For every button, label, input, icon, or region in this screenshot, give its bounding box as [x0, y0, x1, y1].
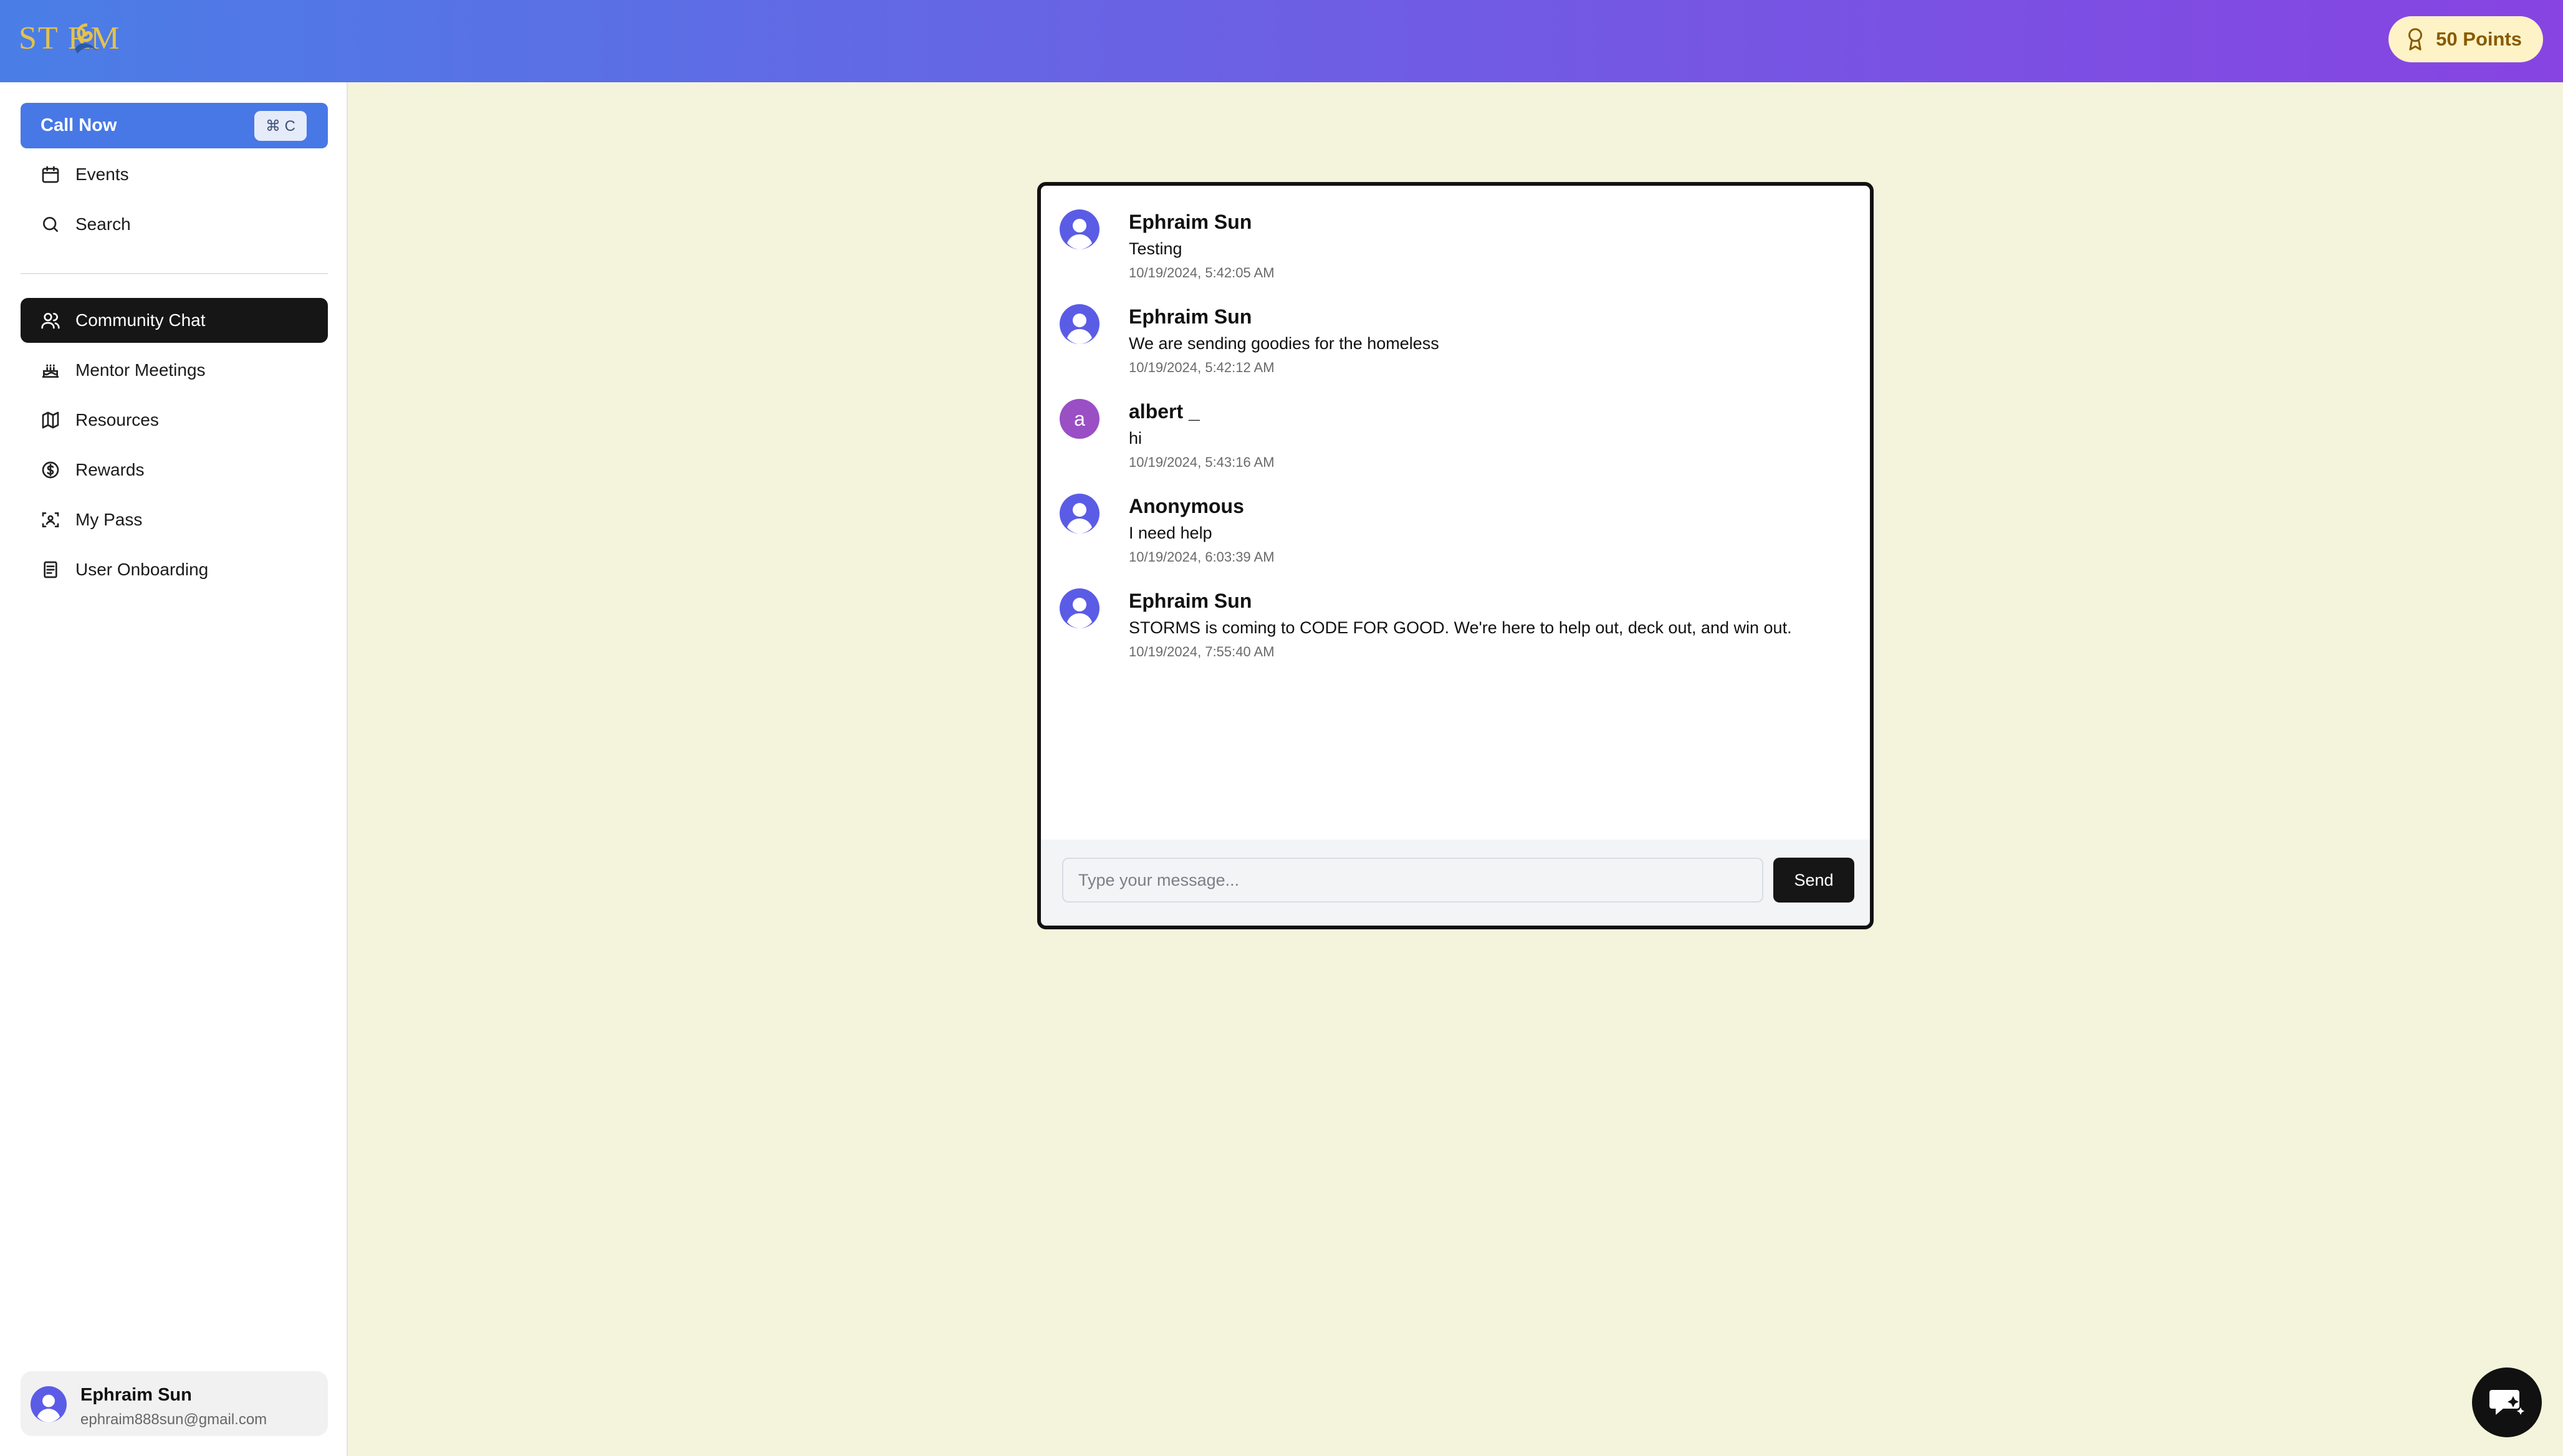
message-author: Ephraim Sun: [1129, 305, 1252, 328]
sidebar: Call Now ⌘ C Events Search Community Cha…: [0, 82, 348, 1456]
sidebar-item-community-chat[interactable]: Community Chat: [21, 298, 328, 343]
message-text: Testing: [1129, 239, 1182, 258]
message-author: Ephraim Sun: [1129, 211, 1252, 233]
avatar: [1060, 588, 1099, 628]
message-text: hi: [1129, 429, 1143, 448]
message-author: albert _: [1129, 400, 1200, 423]
sidebar-item-label: User Onboarding: [75, 560, 209, 579]
points-badge[interactable]: 50 Points: [2388, 16, 2543, 62]
shortcut-badge: ⌘ C: [254, 111, 307, 141]
call-now-label: Call Now: [41, 115, 117, 135]
chat-message: Anonymous I need help 10/19/2024, 6:03:3…: [1060, 476, 1851, 565]
dollar-circle-icon: [41, 460, 60, 480]
message-input[interactable]: [1062, 858, 1763, 903]
cake-icon: [41, 360, 60, 380]
users-icon: [41, 310, 60, 330]
message-text: We are sending goodies for the homeless: [1129, 334, 1439, 353]
message-composer: Send: [1041, 840, 1870, 926]
chat-message: Ephraim Sun STORMS is coming to CODE FOR…: [1060, 571, 1851, 659]
message-timestamp: 10/19/2024, 5:42:12 AM: [1129, 360, 1275, 375]
search-icon: [41, 214, 60, 234]
top-header: ST RM 50 Points: [0, 0, 2563, 82]
chat-sparkle-icon: [2489, 1390, 2524, 1415]
avatar: [1060, 494, 1099, 534]
sidebar-item-label: Mentor Meetings: [75, 360, 206, 380]
message-author: Anonymous: [1129, 495, 1244, 517]
sidebar-item-events[interactable]: Events: [21, 152, 328, 197]
send-button[interactable]: Send: [1773, 858, 1854, 903]
avatar: a: [1060, 399, 1099, 439]
floating-chat-button[interactable]: [2472, 1367, 2542, 1437]
sidebar-item-label: Community Chat: [75, 310, 206, 330]
message-text: I need help: [1129, 524, 1212, 542]
scan-face-icon: [41, 510, 60, 530]
sidebar-item-label: My Pass: [75, 510, 143, 529]
calendar-icon: [41, 165, 60, 184]
profile-email: ephraim888sun@gmail.com: [80, 1411, 267, 1428]
wave-logo-icon: [75, 23, 97, 54]
chat-message: Ephraim Sun We are sending goodies for t…: [1060, 287, 1851, 375]
sidebar-item-search[interactable]: Search: [21, 202, 328, 247]
call-now-button[interactable]: Call Now ⌘ C: [21, 103, 328, 148]
profile-name: Ephraim Sun: [80, 1385, 192, 1405]
community-chat-panel: Ephraim Sun Testing 10/19/2024, 5:42:05 …: [1037, 182, 1874, 929]
chat-message: Ephraim Sun Testing 10/19/2024, 5:42:05 …: [1060, 192, 1851, 280]
avatar: [1060, 209, 1099, 249]
sidebar-item-my-pass[interactable]: My Pass: [21, 497, 328, 542]
sidebar-item-label: Resources: [75, 410, 159, 429]
message-author: Ephraim Sun: [1129, 590, 1252, 612]
document-icon: [41, 560, 60, 580]
sidebar-item-label: Rewards: [75, 460, 145, 479]
sidebar-item-label: Search: [75, 214, 131, 234]
map-icon: [41, 410, 60, 430]
message-text: STORMS is coming to CODE FOR GOOD. We're…: [1129, 618, 1792, 637]
avatar: [31, 1386, 67, 1422]
user-profile-card[interactable]: Ephraim Sun ephraim888sun@gmail.com: [21, 1371, 328, 1436]
storm-logo[interactable]: ST RM: [19, 17, 143, 61]
message-timestamp: 10/19/2024, 6:03:39 AM: [1129, 549, 1275, 565]
message-timestamp: 10/19/2024, 5:43:16 AM: [1129, 454, 1275, 470]
message-timestamp: 10/19/2024, 5:42:05 AM: [1129, 265, 1275, 280]
sidebar-item-mentor-meetings[interactable]: Mentor Meetings: [21, 348, 328, 393]
sidebar-item-resources[interactable]: Resources: [21, 398, 328, 443]
logo-text: ST RM: [19, 21, 121, 56]
sidebar-item-user-onboarding[interactable]: User Onboarding: [21, 547, 328, 592]
sidebar-item-label: Events: [75, 165, 129, 184]
sidebar-divider: [21, 273, 328, 274]
message-timestamp: 10/19/2024, 7:55:40 AM: [1129, 644, 1275, 659]
chat-message: a albert _ hi 10/19/2024, 5:43:16 AM: [1060, 381, 1851, 470]
award-icon: [2408, 28, 2423, 50]
points-label: 50 Points: [2436, 28, 2522, 50]
sidebar-item-rewards[interactable]: Rewards: [21, 448, 328, 492]
avatar: [1060, 304, 1099, 344]
